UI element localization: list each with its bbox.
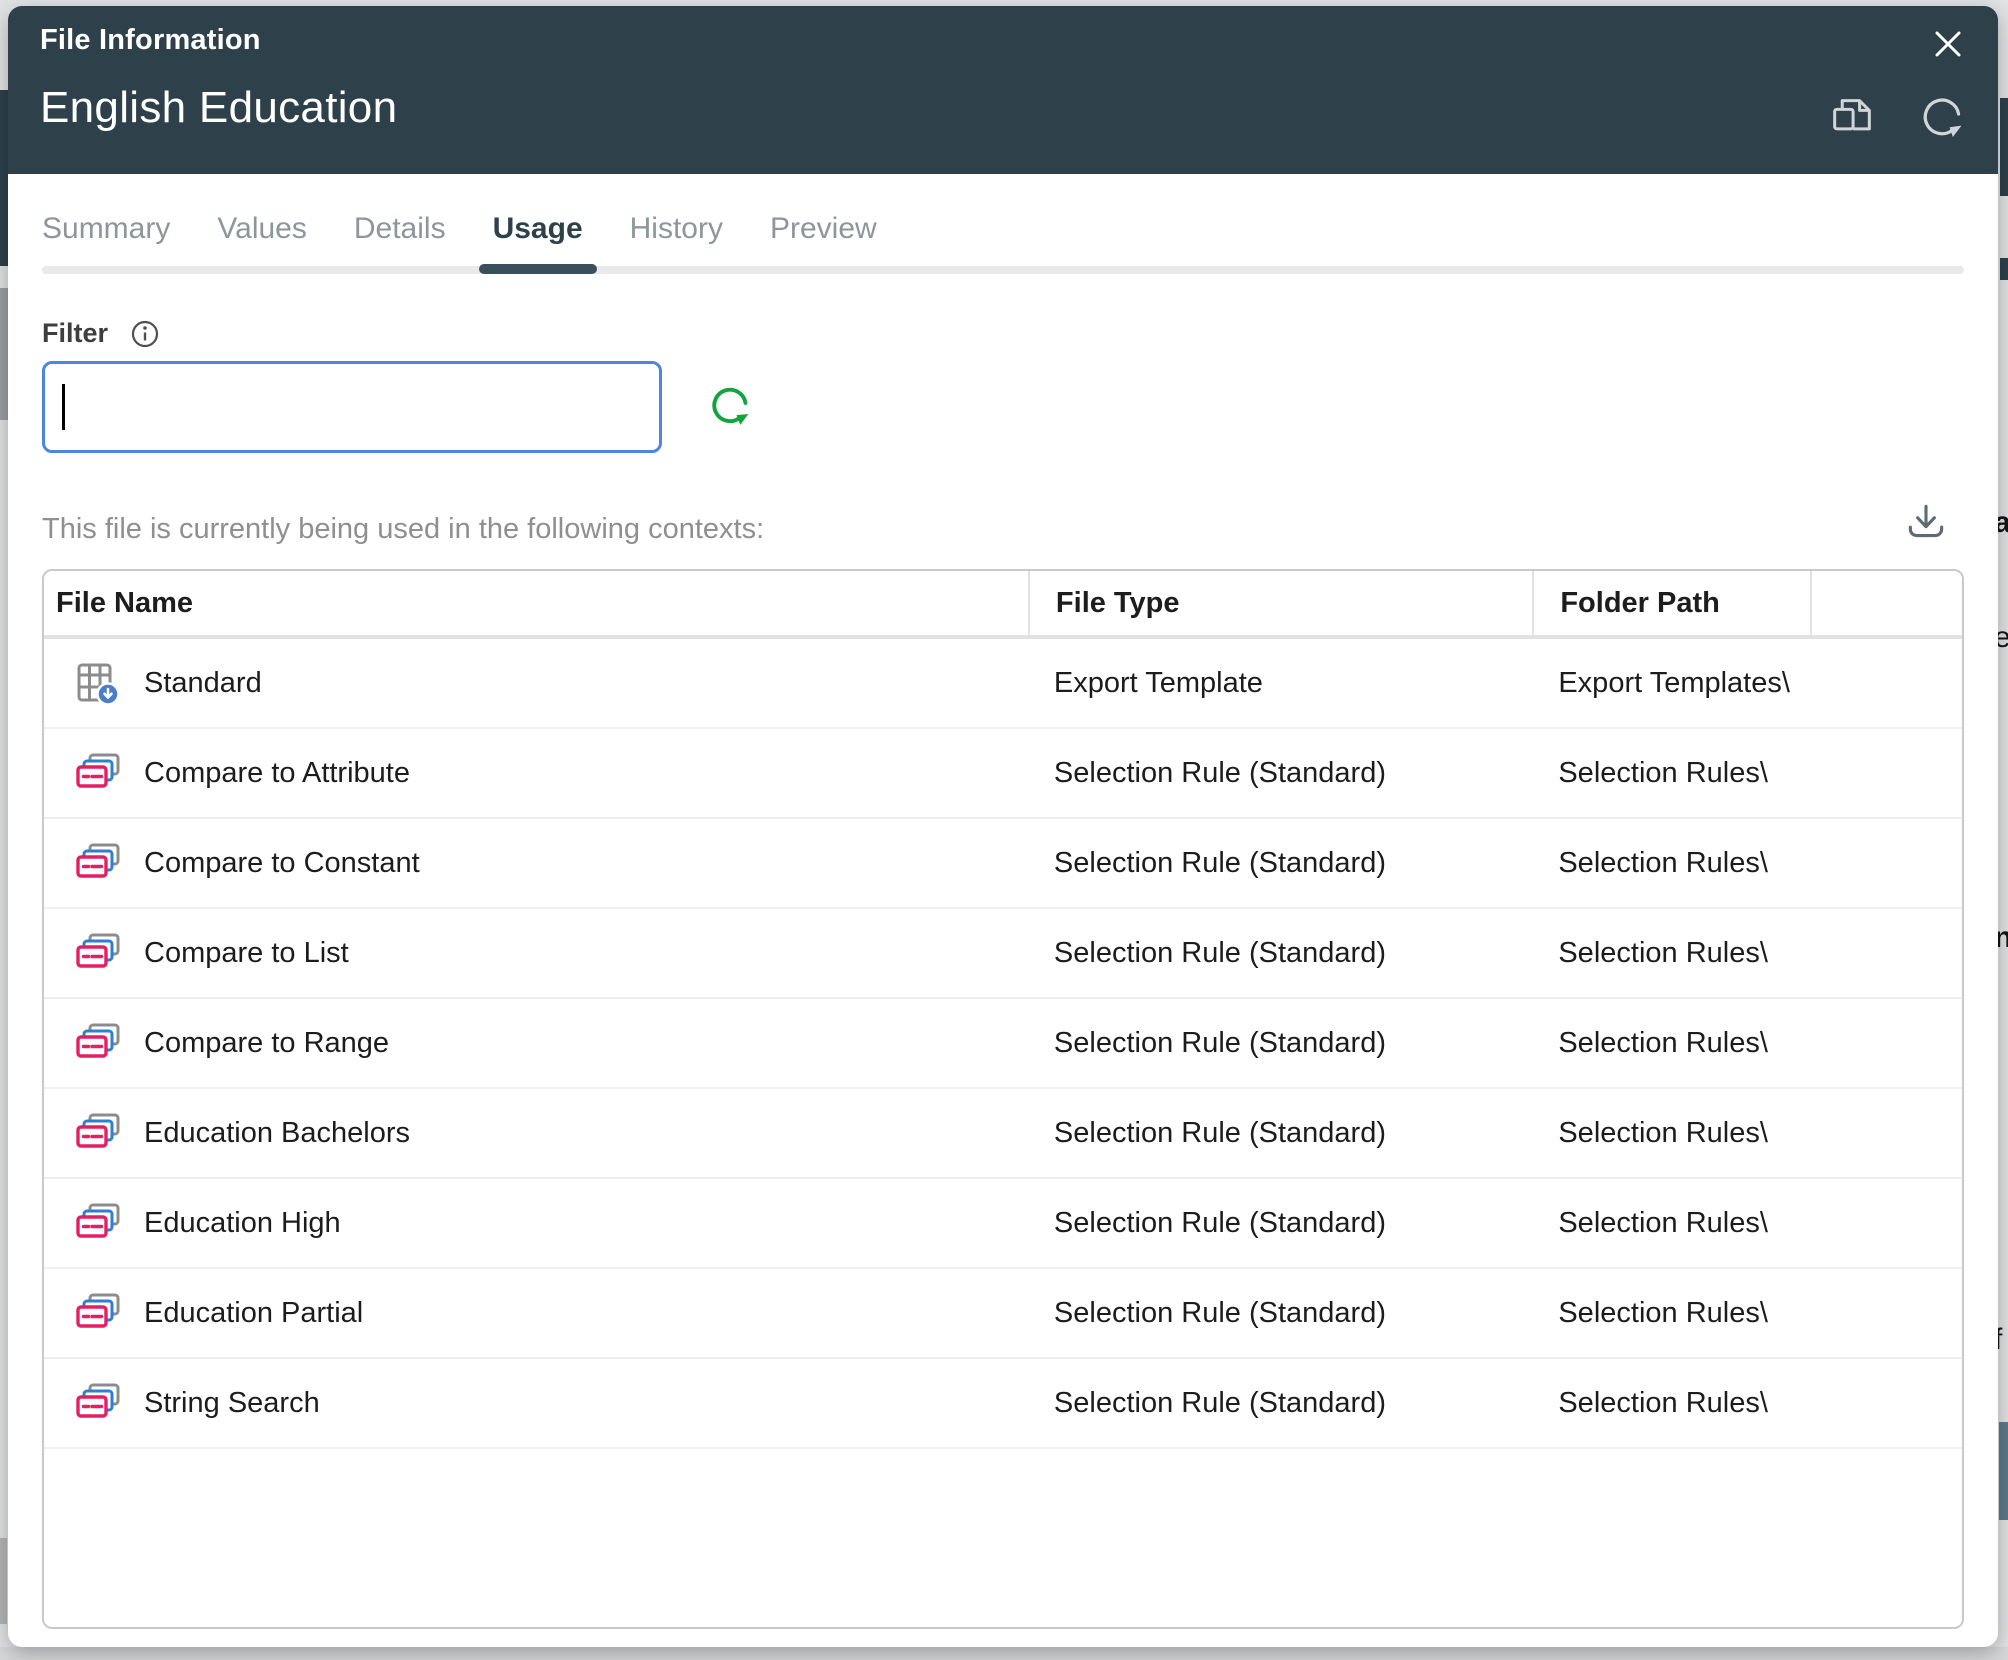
file-name-cell: Education Partial: [144, 1297, 363, 1330]
background-fragment: [2000, 98, 2008, 196]
tab-bar: Summary Values Details Usage History Preview: [42, 174, 1964, 274]
empty-cell: [1810, 819, 1962, 907]
file-name-cell: Education Bachelors: [144, 1117, 410, 1150]
refresh-results-button[interactable]: [704, 381, 756, 433]
duplicate-file-icon: [1826, 132, 1878, 147]
selection-rule-icon: [74, 752, 122, 794]
tab-history[interactable]: History: [630, 210, 723, 266]
empty-cell: [1810, 1269, 1962, 1357]
file-type-cell: Selection Rule (Standard): [1028, 1359, 1532, 1447]
background-fragment: [2000, 258, 2008, 280]
column-header-file-type[interactable]: File Type: [1028, 571, 1532, 635]
reload-button[interactable]: [1916, 92, 1968, 144]
tab-summary[interactable]: Summary: [42, 210, 170, 266]
text-caret: [62, 384, 65, 430]
file-type-cell: Export Template: [1028, 639, 1532, 727]
folder-path-cell: Export Templates\: [1532, 639, 1810, 727]
selection-rule-icon: [74, 1292, 122, 1334]
table-row[interactable]: Compare to List Selection Rule (Standard…: [44, 909, 1962, 999]
table-row[interactable]: Compare to Range Selection Rule (Standar…: [44, 999, 1962, 1089]
refresh-results-icon: [704, 421, 756, 436]
export-template-icon: [75, 660, 121, 706]
folder-path-cell: Selection Rules\: [1532, 999, 1810, 1087]
file-name-cell: Compare to Attribute: [144, 757, 410, 790]
tab-preview[interactable]: Preview: [770, 210, 877, 266]
background-fragment: [1999, 1422, 2008, 1520]
table-header-row: File Name File Type Folder Path: [44, 571, 1962, 639]
tab-values[interactable]: Values: [217, 210, 307, 266]
file-type-cell: Selection Rule (Standard): [1028, 999, 1532, 1087]
header-actions: [1826, 92, 1968, 144]
file-type-cell: Selection Rule (Standard): [1028, 909, 1532, 997]
table-body: Standard Export Template Export Template…: [44, 639, 1962, 1449]
dialog-header: File Information English Education: [8, 6, 1998, 174]
file-type-cell: Selection Rule (Standard): [1028, 819, 1532, 907]
empty-cell: [1810, 1179, 1962, 1267]
empty-cell: [1810, 1359, 1962, 1447]
folder-path-cell: Selection Rules\: [1532, 819, 1810, 907]
table-row[interactable]: Compare to Attribute Selection Rule (Sta…: [44, 729, 1962, 819]
filter-info-button[interactable]: [130, 319, 160, 349]
empty-cell: [1810, 1089, 1962, 1177]
table-row[interactable]: String Search Selection Rule (Standard) …: [44, 1359, 1962, 1449]
column-header-file-name[interactable]: File Name: [44, 571, 1028, 635]
download-icon: [1902, 535, 1950, 550]
folder-path-cell: Selection Rules\: [1532, 909, 1810, 997]
table-row[interactable]: Education Bachelors Selection Rule (Stan…: [44, 1089, 1962, 1179]
table-row[interactable]: Education Partial Selection Rule (Standa…: [44, 1269, 1962, 1359]
table-row[interactable]: Education High Selection Rule (Standard)…: [44, 1179, 1962, 1269]
tab-track: [42, 266, 1964, 274]
selection-rule-icon: [74, 1382, 122, 1424]
folder-path-cell: Selection Rules\: [1532, 1179, 1810, 1267]
background-fragment: [0, 1538, 7, 1624]
close-button[interactable]: [1926, 22, 1970, 66]
folder-path-cell: Selection Rules\: [1532, 729, 1810, 817]
duplicate-file-button[interactable]: [1826, 92, 1878, 144]
tab-details[interactable]: Details: [354, 210, 446, 266]
close-icon: [1926, 54, 1970, 69]
empty-cell: [1810, 729, 1962, 817]
file-name-title: English Education: [40, 83, 1966, 133]
background-fragment: [0, 1647, 2008, 1660]
selection-rule-icon: [74, 1202, 122, 1244]
file-name-cell: Standard: [144, 667, 262, 700]
selection-rule-icon: [74, 1022, 122, 1064]
empty-cell: [1810, 999, 1962, 1087]
empty-cell: [1810, 639, 1962, 727]
reload-icon: [1916, 132, 1968, 147]
dialog-body: SummaryValuesDetailsUsageHistoryPreview …: [8, 174, 1998, 1629]
folder-path-cell: Selection Rules\: [1532, 1269, 1810, 1357]
info-icon: [130, 337, 160, 352]
selection-rule-icon: [74, 842, 122, 884]
selection-rule-icon: [74, 1112, 122, 1154]
file-name-cell: String Search: [144, 1387, 320, 1420]
table-row[interactable]: Compare to Constant Selection Rule (Stan…: [44, 819, 1962, 909]
file-type-cell: Selection Rule (Standard): [1028, 1089, 1532, 1177]
file-type-cell: Selection Rule (Standard): [1028, 1179, 1532, 1267]
dialog-title: File Information: [40, 24, 1966, 57]
column-header-empty: [1810, 571, 1962, 635]
file-name-cell: Compare to List: [144, 937, 349, 970]
filter-label: Filter: [42, 318, 108, 349]
file-name-cell: Education High: [144, 1207, 341, 1240]
file-type-cell: Selection Rule (Standard): [1028, 1269, 1532, 1357]
file-name-cell: Compare to Range: [144, 1027, 389, 1060]
filter-input[interactable]: [42, 361, 662, 453]
download-button[interactable]: [1902, 499, 1950, 547]
table-row[interactable]: Standard Export Template Export Template…: [44, 639, 1962, 729]
file-type-cell: Selection Rule (Standard): [1028, 729, 1532, 817]
column-header-folder-path[interactable]: Folder Path: [1532, 571, 1810, 635]
usage-note: This file is currently being used in the…: [42, 511, 764, 547]
folder-path-cell: Selection Rules\: [1532, 1359, 1810, 1447]
file-information-dialog: File Information English Education: [8, 6, 1998, 1647]
page-background: a e n f File Information English Educati…: [0, 0, 2008, 1660]
file-name-cell: Compare to Constant: [144, 847, 420, 880]
tab-usage[interactable]: Usage: [493, 210, 583, 266]
folder-path-cell: Selection Rules\: [1532, 1089, 1810, 1177]
selection-rule-icon: [74, 932, 122, 974]
usage-table: File Name File Type Folder Path: [42, 569, 1964, 1629]
empty-cell: [1810, 909, 1962, 997]
